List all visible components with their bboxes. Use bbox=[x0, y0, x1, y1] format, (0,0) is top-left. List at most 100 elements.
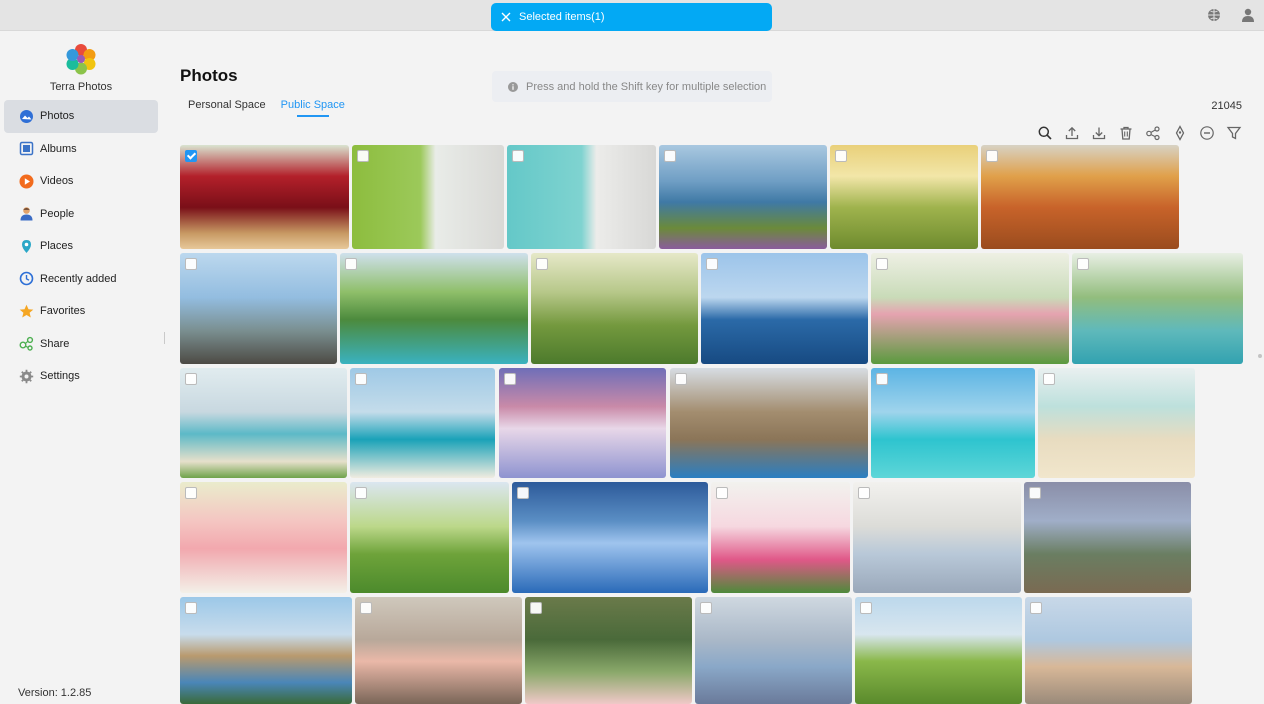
page-title: Photos bbox=[180, 66, 238, 85]
photo-checkbox[interactable] bbox=[664, 150, 676, 162]
space-tabs: Personal Space Public Space bbox=[188, 99, 345, 117]
sidebar-item-label: Favorites bbox=[40, 305, 86, 318]
photo-checkbox[interactable] bbox=[986, 150, 998, 162]
sidebar-item-label: Photos bbox=[40, 110, 75, 123]
photo-sunset-field-road[interactable] bbox=[830, 145, 978, 249]
photo-checkbox[interactable] bbox=[858, 487, 870, 499]
photo-checkbox[interactable] bbox=[876, 258, 888, 270]
sidebar-item-photos[interactable]: Photos bbox=[4, 100, 158, 133]
photo-checkbox[interactable] bbox=[185, 602, 197, 614]
settings-icon bbox=[19, 369, 34, 384]
sidebar-item-people[interactable]: People bbox=[4, 198, 158, 231]
photo-cherries[interactable] bbox=[180, 145, 349, 249]
sidebar-item-favorites[interactable]: Favorites bbox=[4, 295, 158, 328]
more-icon[interactable] bbox=[1199, 125, 1215, 141]
search-icon[interactable] bbox=[1037, 125, 1053, 141]
sidebar-resize-handle[interactable] bbox=[164, 332, 165, 344]
photo-checkbox[interactable] bbox=[530, 602, 542, 614]
photo-checkbox[interactable] bbox=[1043, 373, 1055, 385]
photo-checkbox[interactable] bbox=[835, 150, 847, 162]
photo-snowy-forest-sunset[interactable] bbox=[499, 368, 666, 478]
scrollbar[interactable] bbox=[1258, 354, 1262, 358]
photo-white-bench-pink-flowers[interactable] bbox=[352, 145, 504, 249]
photo-meadow-path[interactable] bbox=[350, 482, 509, 593]
photo-white-bedroom[interactable] bbox=[853, 482, 1021, 593]
photo-fantasy-city-painting[interactable] bbox=[1024, 482, 1191, 593]
photo-checkbox[interactable] bbox=[357, 150, 369, 162]
photo-green-hills-path[interactable] bbox=[531, 253, 698, 364]
photo-turquoise-beach-palms[interactable] bbox=[871, 368, 1035, 478]
photo-checkbox[interactable] bbox=[1029, 487, 1041, 499]
photo-island-beach[interactable] bbox=[350, 368, 495, 478]
photo-waterfall-lagoon[interactable] bbox=[340, 253, 528, 364]
sidebar-item-label: Share bbox=[40, 337, 70, 350]
photo-sea-cliff-flowers[interactable] bbox=[659, 145, 827, 249]
share-icon bbox=[19, 336, 34, 351]
albums-icon bbox=[19, 141, 34, 156]
close-icon[interactable] bbox=[499, 10, 513, 24]
photo-checkbox[interactable] bbox=[517, 487, 529, 499]
photo-checkbox[interactable] bbox=[185, 487, 197, 499]
photo-tree-tunnel[interactable] bbox=[525, 597, 692, 704]
sidebar-item-videos[interactable]: Videos bbox=[4, 165, 158, 198]
photo-hammock-beach[interactable] bbox=[1038, 368, 1195, 478]
photo-checkbox[interactable] bbox=[512, 150, 524, 162]
photo-checkbox[interactable] bbox=[536, 258, 548, 270]
filter-icon[interactable] bbox=[1226, 125, 1242, 141]
upload-icon[interactable] bbox=[1064, 125, 1080, 141]
photo-checkbox[interactable] bbox=[860, 602, 872, 614]
photo-checkbox[interactable] bbox=[345, 258, 357, 270]
photo-checkbox[interactable] bbox=[675, 373, 687, 385]
photo-checkbox[interactable] bbox=[700, 602, 712, 614]
hint-text: Press and hold the Shift key for multipl… bbox=[526, 80, 767, 93]
photo-tropical-boat-cliffs[interactable] bbox=[1072, 253, 1243, 364]
tab-public-space[interactable]: Public Space bbox=[281, 99, 345, 117]
photo-pink-rose[interactable] bbox=[180, 482, 347, 593]
sidebar-item-label: Settings bbox=[40, 370, 80, 383]
photo-checkbox[interactable] bbox=[716, 487, 728, 499]
delete-icon[interactable] bbox=[1118, 125, 1134, 141]
location-icon[interactable] bbox=[1172, 125, 1188, 141]
download-icon[interactable] bbox=[1091, 125, 1107, 141]
photo-checkbox[interactable] bbox=[504, 373, 516, 385]
share-icon[interactable] bbox=[1145, 125, 1161, 141]
photo-checkbox[interactable] bbox=[185, 150, 197, 162]
photo-anime-angel-girl[interactable] bbox=[695, 597, 852, 704]
photo-roses-frame[interactable] bbox=[711, 482, 850, 593]
sidebar-item-recently-added[interactable]: Recently added bbox=[4, 263, 158, 296]
sidebar-item-share[interactable]: Share bbox=[4, 328, 158, 361]
photo-checkbox[interactable] bbox=[706, 258, 718, 270]
videos-icon bbox=[19, 174, 34, 189]
photo-checkbox[interactable] bbox=[1077, 258, 1089, 270]
selection-banner: Selected items(1) bbox=[491, 3, 772, 31]
photo-harbor-fortress[interactable] bbox=[180, 597, 352, 704]
info-icon bbox=[508, 81, 518, 92]
photo-palm-beach[interactable] bbox=[180, 368, 347, 478]
sidebar-item-label: Recently added bbox=[40, 272, 117, 285]
photo-checkbox[interactable] bbox=[360, 602, 372, 614]
photo-checkbox[interactable] bbox=[355, 487, 367, 499]
photo-checkbox[interactable] bbox=[185, 258, 197, 270]
photo-hikers-on-mountain[interactable] bbox=[180, 253, 337, 364]
photo-fairy-castle-painting[interactable] bbox=[1025, 597, 1192, 704]
tab-personal-space[interactable]: Personal Space bbox=[188, 99, 266, 117]
photo-count: 21045 bbox=[1211, 100, 1242, 112]
globe-icon[interactable] bbox=[1206, 7, 1222, 23]
photo-bench-turquoise-wall[interactable] bbox=[507, 145, 656, 249]
sidebar-item-settings[interactable]: Settings bbox=[4, 360, 158, 393]
photo-checkbox[interactable] bbox=[1030, 602, 1042, 614]
user-icon[interactable] bbox=[1240, 7, 1256, 23]
photo-yoga-couple-garden[interactable] bbox=[871, 253, 1069, 364]
photos-icon bbox=[19, 109, 34, 124]
photo-woman-pink-gown[interactable] bbox=[355, 597, 522, 704]
sidebar-item-places[interactable]: Places bbox=[4, 230, 158, 263]
photo-otters-and-fish[interactable] bbox=[670, 368, 868, 478]
photo-cypress-field[interactable] bbox=[855, 597, 1022, 704]
photo-checkbox[interactable] bbox=[876, 373, 888, 385]
photo-fantasy-water-girl[interactable] bbox=[512, 482, 708, 593]
photo-ocean-sky[interactable] bbox=[701, 253, 868, 364]
photo-autumn-road-aerial[interactable] bbox=[981, 145, 1179, 249]
photo-checkbox[interactable] bbox=[355, 373, 367, 385]
photo-checkbox[interactable] bbox=[185, 373, 197, 385]
sidebar-item-albums[interactable]: Albums bbox=[4, 133, 158, 166]
